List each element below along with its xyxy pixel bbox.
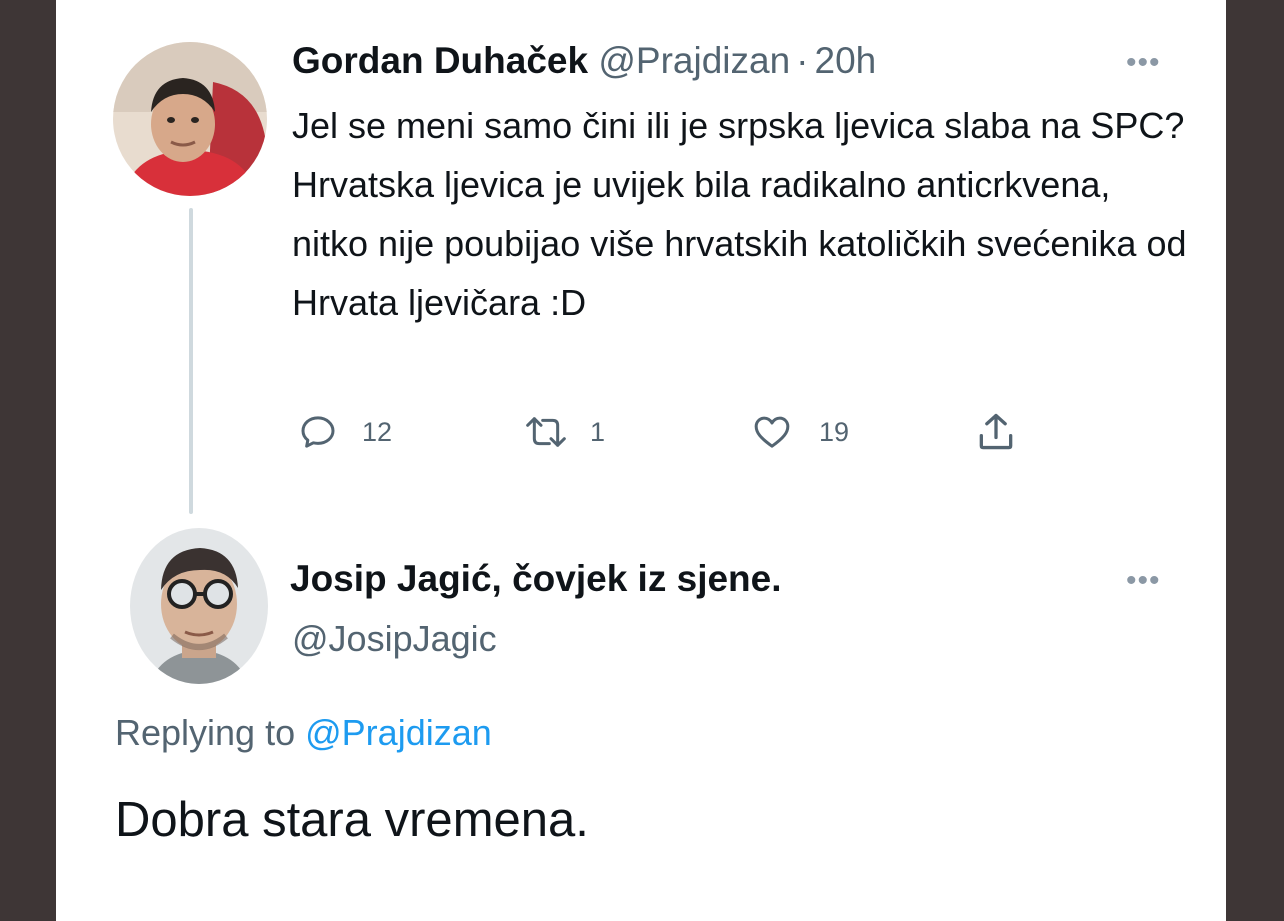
reply-author-name[interactable]: Josip Jagić, čovjek iz sjene. — [290, 558, 782, 600]
like-count: 19 — [819, 416, 850, 447]
avatar-gordan[interactable] — [113, 42, 267, 196]
timestamp[interactable]: 20h — [815, 40, 877, 81]
author-line: Gordan Duhaček @Prajdizan · 20h — [292, 40, 876, 82]
share-button[interactable] — [974, 410, 1018, 454]
retweet-button[interactable]: 1 — [520, 410, 605, 454]
reply-author-handle[interactable]: @JosipJagic — [292, 618, 497, 660]
author-name[interactable]: Gordan Duhaček — [292, 40, 588, 81]
reply-count: 12 — [362, 416, 393, 447]
heart-icon — [751, 412, 793, 452]
tweet-text: Jel se meni samo čini ili je srpska ljev… — [292, 105, 1187, 323]
reply-text: Dobra stara vremena. — [115, 793, 589, 847]
replying-prefix: Replying to — [115, 712, 296, 753]
replying-to: Replying to @Prajdizan — [115, 712, 492, 754]
more-icon[interactable]: ••• — [1126, 566, 1161, 596]
retweet-count: 1 — [590, 416, 606, 447]
thread-line — [189, 208, 193, 514]
retweet-icon — [520, 412, 572, 452]
reply-button[interactable]: 12 — [298, 410, 392, 454]
replying-handle-link[interactable]: @Prajdizan — [305, 712, 492, 753]
share-icon — [974, 410, 1018, 454]
avatar-josip[interactable] — [130, 528, 268, 684]
author-handle[interactable]: @Prajdizan — [598, 40, 790, 81]
separator: · — [796, 40, 809, 81]
reply-icon — [298, 412, 338, 452]
more-icon[interactable]: ••• — [1126, 48, 1161, 78]
like-button[interactable]: 19 — [751, 410, 849, 454]
